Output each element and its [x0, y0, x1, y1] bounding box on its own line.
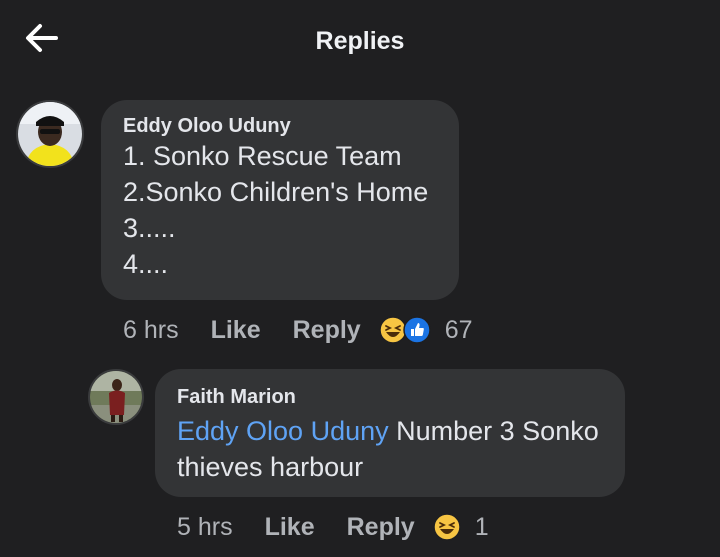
- comment-line: 4....: [123, 249, 169, 279]
- comment-time[interactable]: 5 hrs: [177, 513, 233, 542]
- comment-time[interactable]: 6 hrs: [123, 316, 179, 345]
- top-bar: Replies: [0, 0, 720, 84]
- reply-button[interactable]: Reply: [293, 316, 361, 345]
- comment-bubble: Faith Marion Eddy Oloo Uduny Number 3 So…: [155, 369, 625, 497]
- comment-line: 3.....: [123, 213, 176, 243]
- comment-line: 1. Sonko Rescue Team: [123, 141, 402, 171]
- page-title: Replies: [315, 27, 405, 55]
- comment-text: Eddy Oloo Uduny Number 3 Sonko thieves h…: [177, 413, 617, 485]
- reaction-count: 67: [444, 315, 473, 344]
- like-button[interactable]: Like: [211, 316, 261, 345]
- comment-actions: 6 hrs Like Reply 67: [123, 312, 473, 348]
- reply-button[interactable]: Reply: [347, 513, 415, 542]
- mention-link[interactable]: Eddy Oloo Uduny: [177, 416, 389, 446]
- comment-line: 2.Sonko Children's Home: [123, 177, 429, 207]
- like-button[interactable]: Like: [265, 513, 315, 542]
- comment-actions: 5 hrs Like Reply 1: [177, 509, 489, 545]
- comment-bubble: Eddy Oloo Uduny 1. Sonko Rescue Team 2.S…: [101, 100, 459, 300]
- avatar[interactable]: [88, 369, 144, 425]
- reaction-count: 1: [474, 512, 489, 541]
- avatar[interactable]: [16, 100, 84, 168]
- haha-icon: [432, 513, 461, 541]
- comment-author[interactable]: Faith Marion: [177, 385, 625, 409]
- like-icon: [402, 316, 431, 344]
- reactions-summary[interactable]: 67: [378, 315, 473, 345]
- comment-author[interactable]: Eddy Oloo Uduny: [123, 114, 459, 138]
- reactions-summary[interactable]: 1: [432, 512, 489, 542]
